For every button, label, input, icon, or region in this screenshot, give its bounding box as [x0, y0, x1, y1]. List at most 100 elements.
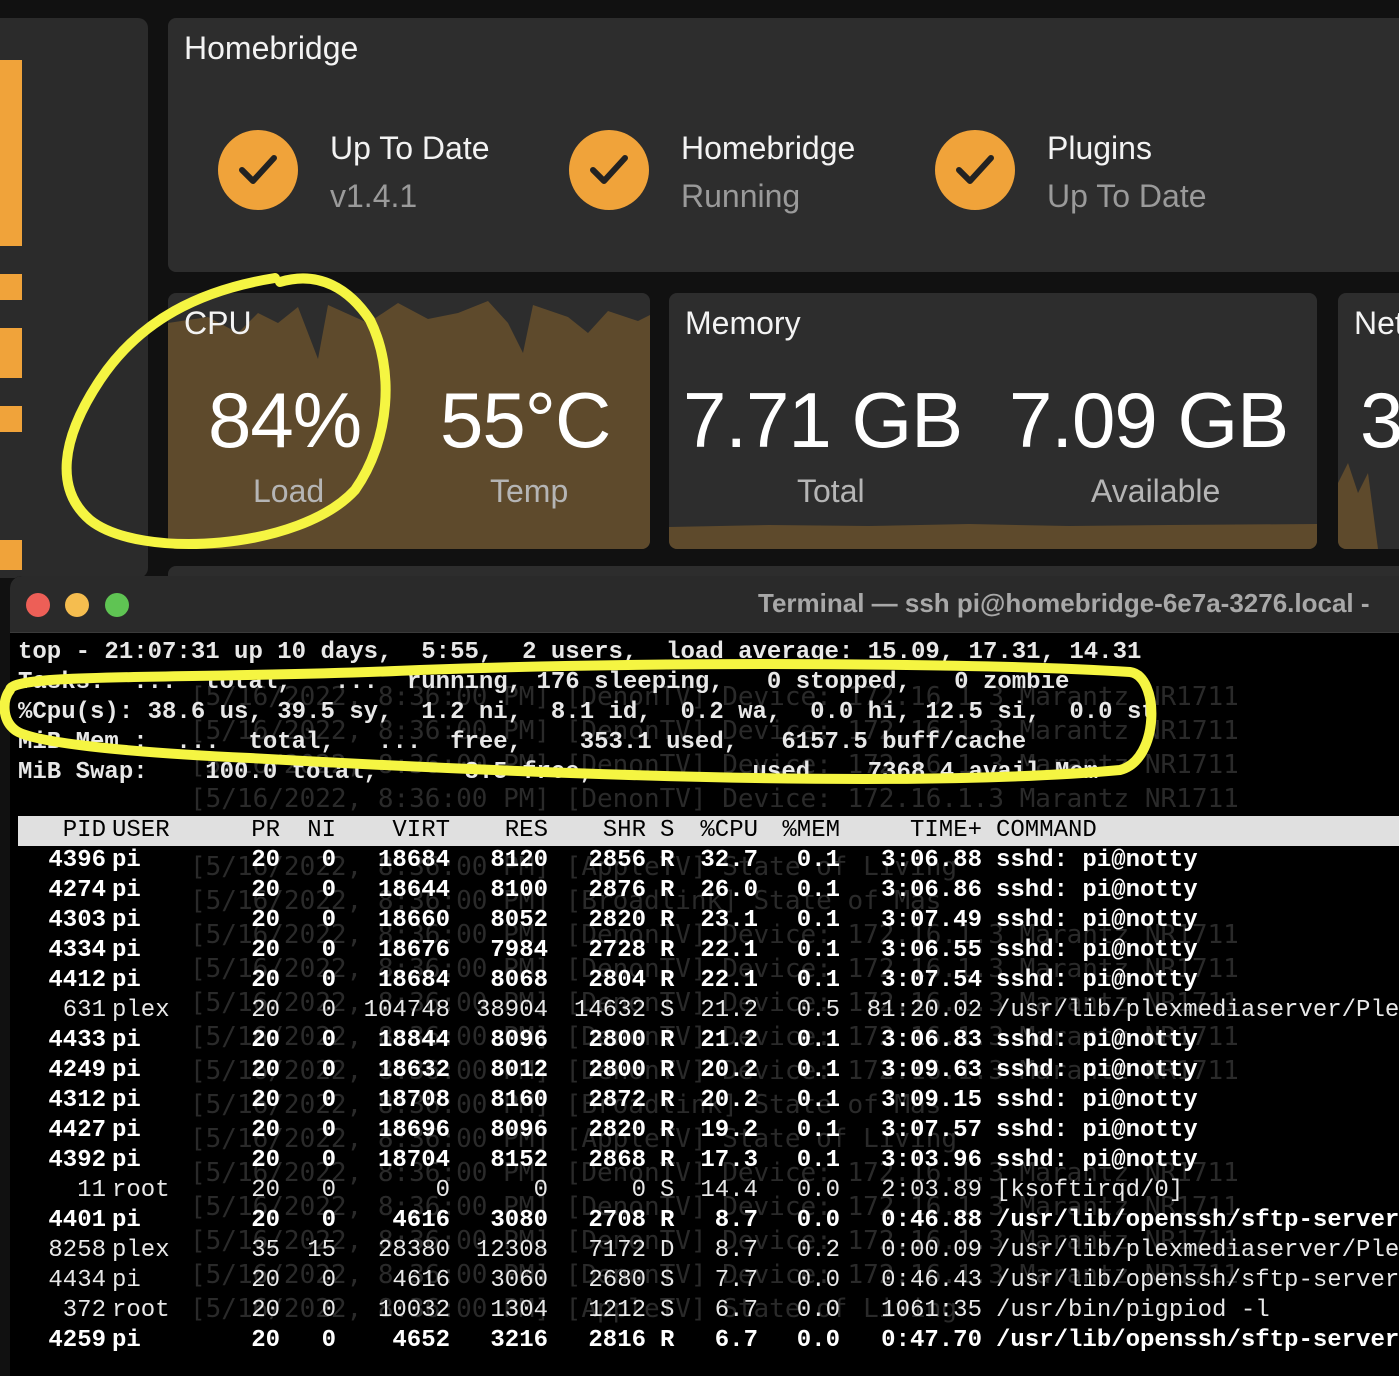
cell-time: 3:03.96 [881, 1147, 982, 1174]
card-title: Homebridge [184, 30, 359, 66]
cell-state: R [660, 1207, 675, 1234]
column-header-shr: SHR [602, 817, 646, 844]
sidebar-bar [0, 540, 22, 570]
column-header-res: RES [504, 817, 548, 844]
cell-virt: 18708 [377, 1087, 450, 1114]
cell-command: sshd: pi@notty [996, 967, 1198, 994]
cell-mem: 0.0 [796, 1267, 840, 1294]
cell-user: plex [112, 1237, 170, 1264]
cell-time: 0:46.88 [881, 1207, 982, 1234]
cell-state: D [660, 1237, 675, 1264]
cell-cpu: 7.7 [714, 1267, 758, 1294]
cell-virt: 4616 [392, 1267, 450, 1294]
cell-user: pi [112, 1087, 141, 1114]
cell-mem: 0.1 [796, 1147, 840, 1174]
cell-pid: 631 [62, 997, 106, 1024]
close-button[interactable] [26, 593, 50, 617]
cell-cpu: 14.4 [700, 1177, 758, 1204]
cell-time: 3:06.88 [881, 847, 982, 874]
cell-command: /usr/bin/pigpiod -l [996, 1297, 1270, 1324]
network-value: 3 [1360, 376, 1399, 464]
cell-user: pi [112, 847, 141, 874]
column-header-pid: PID [62, 817, 106, 844]
column-header-pr: PR [251, 817, 280, 844]
cell-shr: 2820 [588, 907, 646, 934]
cell-res: 3080 [490, 1207, 548, 1234]
cell-ni: 0 [321, 1027, 336, 1054]
status-label: Up To Date [330, 130, 490, 166]
cell-ni: 0 [321, 967, 336, 994]
minimize-button[interactable] [65, 593, 89, 617]
cell-virt: 28380 [377, 1237, 450, 1264]
column-header-s: S [660, 817, 675, 844]
process-row: 4312 pi 20 0 18708 8160 2872 R 20.2 0.1 3:09.15 ssh… [18, 1086, 1399, 1116]
cell-res: 8100 [490, 877, 548, 904]
cell-cpu: 22.1 [700, 937, 758, 964]
cell-state: R [660, 1117, 675, 1144]
cell-cpu: 6.7 [714, 1327, 758, 1354]
cell-shr: 2876 [588, 877, 646, 904]
cell-command: sshd: pi@notty [996, 1117, 1198, 1144]
sidebar-bar [0, 328, 22, 378]
cell-time: 3:06.86 [881, 877, 982, 904]
cell-user: pi [112, 1057, 141, 1084]
cell-command: sshd: pi@notty [996, 937, 1198, 964]
cell-virt: 0 [435, 1177, 450, 1204]
cpu-summary-line: %Cpu(s): 38.6 us, 39.5 sy, 1.2 ni, 8.1 i… [18, 699, 1156, 726]
cell-state: S [660, 997, 675, 1024]
terminal-window[interactable]: Terminal — ssh pi@homebridge-6e7a-3276.l… [10, 576, 1399, 1376]
cell-state: R [660, 877, 675, 904]
cell-shr: 2800 [588, 1027, 646, 1054]
maximize-button[interactable] [105, 593, 129, 617]
sidebar-bar [0, 406, 22, 432]
cell-ni: 0 [321, 937, 336, 964]
cell-virt: 18704 [377, 1147, 450, 1174]
cell-pid: 4249 [48, 1057, 106, 1084]
terminal-screen[interactable]: [5/16/2022, 8:36:00 PM] [DenonTV] Device… [10, 632, 1399, 1376]
cell-user: root [112, 1297, 170, 1324]
cell-virt: 4616 [392, 1207, 450, 1234]
cell-ni: 0 [321, 997, 336, 1024]
cell-cpu: 8.7 [714, 1207, 758, 1234]
cell-virt: 4652 [392, 1327, 450, 1354]
cell-state: R [660, 1057, 675, 1084]
cell-ni: 0 [321, 1147, 336, 1174]
cell-command: sshd: pi@notty [996, 877, 1198, 904]
cell-pr: 20 [251, 1327, 280, 1354]
cell-pid: 4334 [48, 937, 106, 964]
cell-cpu: 19.2 [700, 1117, 758, 1144]
cell-cpu: 20.2 [700, 1087, 758, 1114]
column-header-mem: %MEM [782, 817, 840, 844]
cell-pid: 4274 [48, 877, 106, 904]
status-value: Up To Date [1047, 178, 1207, 214]
cell-pr: 20 [251, 937, 280, 964]
column-header-virt: VIRT [392, 817, 450, 844]
cell-command: /usr/lib/openssh/sftp-server [996, 1267, 1399, 1294]
cell-state: R [660, 1147, 675, 1174]
sidebar-bar [0, 60, 22, 246]
terminal-titlebar[interactable]: Terminal — ssh pi@homebridge-6e7a-3276.l… [10, 576, 1399, 633]
cell-ni: 0 [321, 1177, 336, 1204]
cell-time: 3:06.83 [881, 1027, 982, 1054]
cell-user: pi [112, 1207, 141, 1234]
cell-user: pi [112, 967, 141, 994]
cell-virt: 10032 [377, 1297, 450, 1324]
cell-state: R [660, 1027, 675, 1054]
column-header-cpu: %CPU [700, 817, 758, 844]
cell-virt: 104748 [363, 997, 450, 1024]
card-title: Memory [685, 305, 801, 341]
cell-cpu: 8.7 [714, 1237, 758, 1264]
cell-shr: 2856 [588, 847, 646, 874]
cell-shr: 2820 [588, 1117, 646, 1144]
cell-shr: 2804 [588, 967, 646, 994]
cell-mem: 0.0 [796, 1177, 840, 1204]
cell-pid: 4434 [48, 1267, 106, 1294]
cell-pid: 11 [77, 1177, 106, 1204]
swap-summary-line: MiB Swap: 100.0 total, 8.5 free, ... use… [18, 759, 1099, 786]
cell-ni: 15 [307, 1237, 336, 1264]
cell-pid: 4303 [48, 907, 106, 934]
cell-command: /usr/lib/openssh/sftp-server [996, 1327, 1399, 1354]
process-row: 4434 pi 20 0 4616 3060 2680 S 7.7 0.0 0:46.43/usr/… [18, 1266, 1399, 1296]
cell-shr: 2728 [588, 937, 646, 964]
check-icon [218, 130, 298, 210]
